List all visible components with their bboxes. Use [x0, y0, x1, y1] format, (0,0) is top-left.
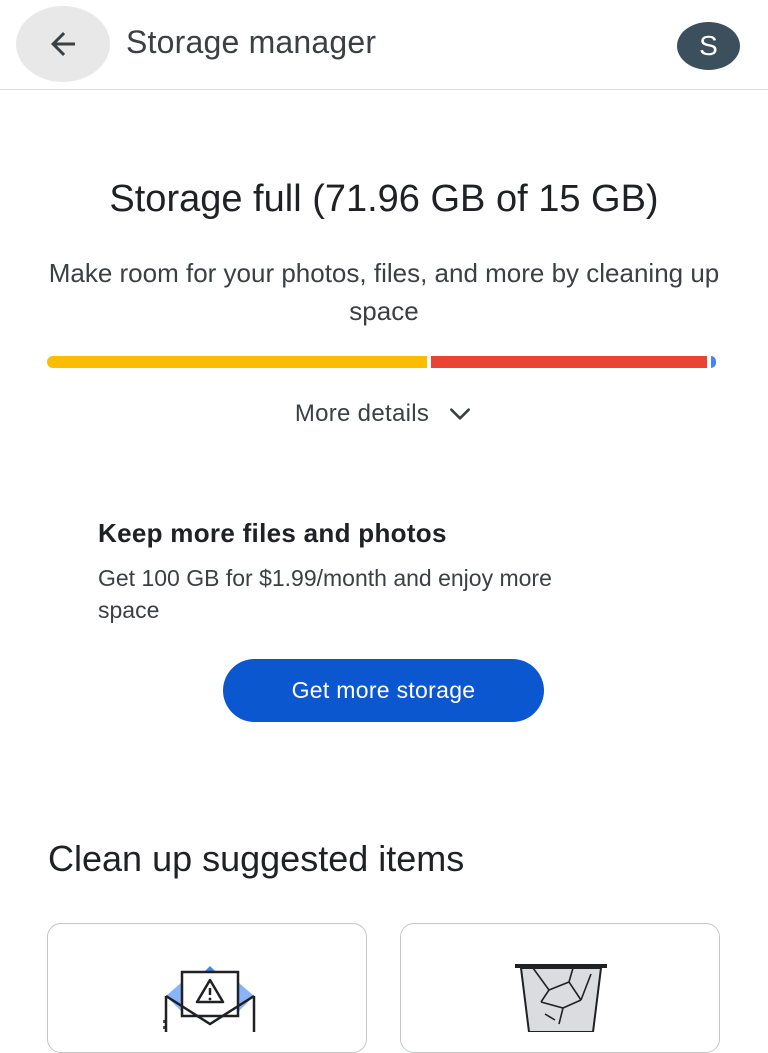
- back-button[interactable]: [16, 6, 110, 82]
- cleanup-card-trash[interactable]: [400, 923, 720, 1053]
- spam-mail-icon: [163, 966, 256, 1032]
- promo-title: Keep more files and photos: [98, 518, 447, 548]
- top-app-bar: Storage manager S: [0, 0, 768, 90]
- usage-segment-blue: [711, 356, 716, 368]
- storage-status-subtitle: Make room for your photos, files, and mo…: [48, 258, 720, 326]
- usage-segment-red: [431, 356, 707, 368]
- usage-segment-yellow: [47, 356, 427, 368]
- arrow-back-icon: [51, 32, 75, 56]
- storage-usage-bar: [47, 356, 721, 370]
- promo-description: Get 100 GB for $1.99/month and enjoy mor…: [98, 565, 552, 623]
- trash-bin-icon: [515, 964, 607, 1032]
- account-avatar[interactable]: S: [677, 22, 740, 70]
- cleanup-card-spam[interactable]: [47, 923, 367, 1053]
- cleanup-section-title: Clean up suggested items: [48, 838, 465, 879]
- more-details-button[interactable]: More details: [0, 400, 768, 428]
- get-more-storage-button[interactable]: Get more storage: [223, 659, 544, 722]
- chevron-down-icon: [447, 401, 473, 427]
- storage-status-title: Storage full (71.96 GB of 15 GB): [109, 178, 659, 220]
- page-title: Storage manager: [126, 24, 377, 60]
- more-details-label: More details: [294, 400, 430, 427]
